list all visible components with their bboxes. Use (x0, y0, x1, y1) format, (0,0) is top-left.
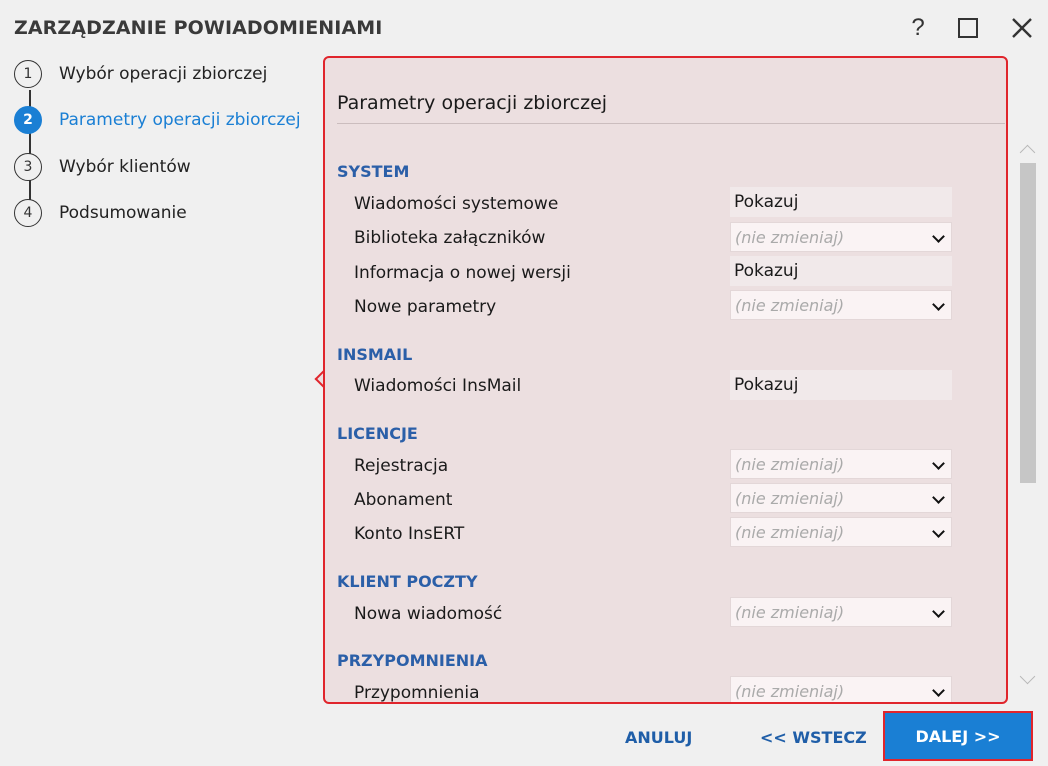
step-label: Wybór klientów (59, 157, 191, 177)
chevron-down-icon[interactable] (932, 605, 945, 618)
help-icon[interactable]: ? (902, 12, 934, 44)
row-label: Abonament (354, 490, 453, 510)
title-bar: ZARZĄDZANIE POWIADOMIENIAMI ? (0, 0, 1048, 56)
step-number: 3 (14, 153, 42, 181)
chevron-down-icon[interactable] (932, 684, 945, 697)
value-field[interactable]: Pokazuj (730, 256, 952, 286)
section-heading: SYSTEM (337, 162, 410, 181)
chevron-down-icon[interactable] (932, 298, 945, 311)
chevron-down-icon[interactable] (932, 491, 945, 504)
dropdown-value: (nie zmieniaj) (735, 603, 845, 622)
next-button[interactable]: DALEJ >> (883, 711, 1033, 761)
step-label: Wybór operacji zbiorczej (59, 64, 268, 84)
step-label: Podsumowanie (59, 203, 187, 223)
scrollbar-thumb[interactable] (1020, 163, 1036, 483)
parameters-list: SYSTEM Wiadomości systemowe Pokazuj Bibl… (325, 58, 1006, 703)
section-heading: LICENCJE (337, 424, 418, 443)
maximize-icon[interactable] (952, 12, 984, 44)
row-label: Informacja o nowej wersji (354, 263, 571, 283)
section-heading: INSMAIL (337, 345, 413, 364)
step-number: 1 (14, 60, 42, 88)
value-field[interactable]: Pokazuj (730, 370, 952, 400)
scroll-down-icon[interactable] (1019, 668, 1036, 685)
row-label: Biblioteka załączników (354, 228, 546, 248)
value-dropdown[interactable]: (nie zmieniaj) (730, 290, 952, 320)
dropdown-value: (nie zmieniaj) (735, 296, 845, 315)
row-label: Rejestracja (354, 456, 449, 476)
value-dropdown[interactable]: (nie zmieniaj) (730, 517, 952, 547)
step-3[interactable]: 3 Wybór klientów (14, 153, 314, 185)
dropdown-value: (nie zmieniaj) (735, 682, 845, 701)
back-button[interactable]: << WSTECZ (760, 728, 867, 747)
step-1[interactable]: 1 Wybór operacji zbiorczej (14, 60, 314, 92)
dropdown-value: (nie zmieniaj) (735, 228, 845, 247)
step-number: 2 (14, 106, 42, 134)
value-dropdown[interactable]: (nie zmieniaj) (730, 222, 952, 252)
row-label: Wiadomości systemowe (354, 194, 559, 214)
value-dropdown[interactable]: (nie zmieniaj) (730, 676, 952, 702)
dropdown-value: (nie zmieniaj) (735, 455, 845, 474)
chevron-down-icon[interactable] (932, 457, 945, 470)
dropdown-value: (nie zmieniaj) (735, 523, 845, 542)
parameters-panel: Parametry operacji zbiorczej SYSTEM Wiad… (323, 56, 1008, 704)
row-label: Wiadomości InsMail (354, 376, 522, 396)
section-heading: PRZYPOMNIENIA (337, 651, 488, 670)
row-label: Nowe parametry (354, 297, 497, 317)
wizard-steps: 1 Wybór operacji zbiorczej 2 Parametry o… (14, 60, 314, 260)
close-icon[interactable] (1006, 12, 1038, 44)
chevron-down-icon[interactable] (932, 525, 945, 538)
chevron-down-icon[interactable] (932, 230, 945, 243)
window-title: ZARZĄDZANIE POWIADOMIENIAMI (14, 17, 383, 39)
section-heading: KLIENT POCZTY (337, 572, 478, 591)
row-label: Nowa wiadomość (354, 604, 503, 624)
value-dropdown[interactable]: (nie zmieniaj) (730, 449, 952, 479)
scroll-up-icon[interactable] (1019, 144, 1036, 161)
step-label: Parametry operacji zbiorczej (59, 110, 301, 130)
step-4[interactable]: 4 Podsumowanie (14, 199, 314, 231)
value-field[interactable]: Pokazuj (730, 187, 952, 217)
value-dropdown[interactable]: (nie zmieniaj) (730, 597, 952, 627)
value-dropdown[interactable]: (nie zmieniaj) (730, 483, 952, 513)
cancel-button[interactable]: ANULUJ (625, 728, 692, 747)
row-label: Przypomnienia (354, 683, 480, 703)
step-2[interactable]: 2 Parametry operacji zbiorczej (14, 106, 314, 138)
row-label: Konto InsERT (354, 524, 465, 544)
step-number: 4 (14, 199, 42, 227)
dropdown-value: (nie zmieniaj) (735, 489, 845, 508)
